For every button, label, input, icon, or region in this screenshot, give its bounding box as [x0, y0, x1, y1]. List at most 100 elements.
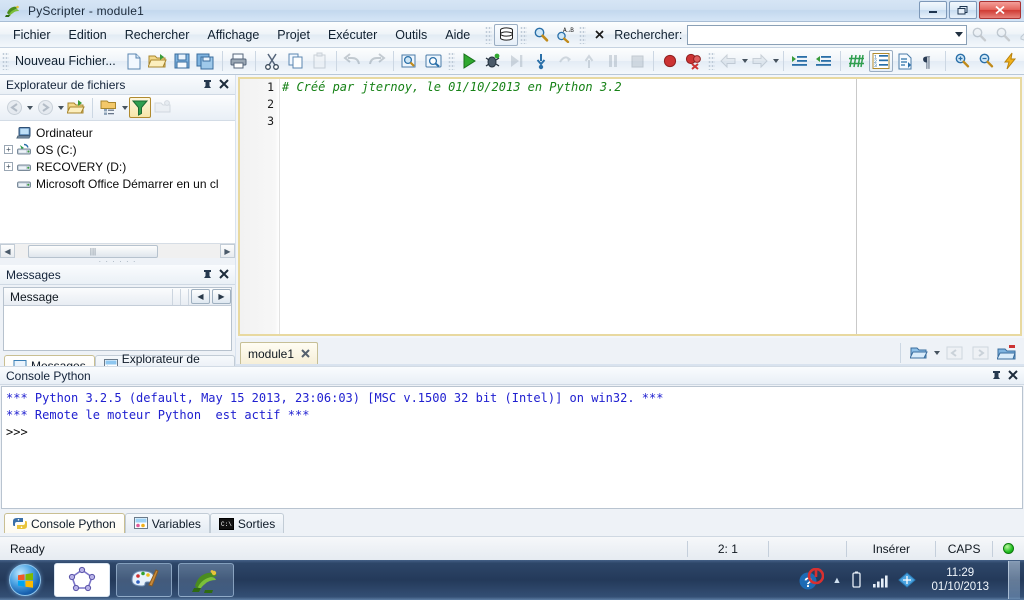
code-explorer-toggle-icon[interactable]: 123	[868, 50, 893, 72]
comment-block-icon[interactable]	[845, 50, 869, 72]
zoom-out-icon[interactable]	[974, 50, 998, 72]
menu-aide[interactable]: Aide	[436, 24, 479, 46]
print-icon[interactable]	[227, 50, 251, 72]
paste-icon[interactable]	[308, 50, 332, 72]
navigate-forward-icon[interactable]	[748, 50, 772, 72]
console-close-button[interactable]	[1008, 370, 1018, 381]
editor-tab-close-icon[interactable]	[301, 349, 310, 358]
console-pin-button[interactable]	[991, 370, 1002, 381]
scroll-left-icon[interactable]: ◀	[0, 244, 15, 258]
close-tab-icon[interactable]	[994, 342, 1018, 364]
tree-item-computer[interactable]: Ordinateur	[4, 124, 235, 141]
new-file-button[interactable]: Nouveau Fichier...	[11, 54, 122, 68]
explorer-open-folder-icon[interactable]	[65, 97, 87, 118]
scroll-thumb[interactable]: |||	[28, 244, 158, 258]
step-out-icon[interactable]	[577, 50, 601, 72]
messages-pin-button[interactable]	[202, 269, 213, 280]
wireless-network-icon[interactable]	[898, 572, 917, 588]
database-icon[interactable]	[494, 23, 519, 46]
explorer-view-mode-icon[interactable]	[98, 97, 120, 118]
messages-next-button[interactable]: ▶	[212, 288, 231, 304]
tree-item-os-c[interactable]: + OS (C:)	[4, 141, 235, 158]
taskbar-item-pyscripter[interactable]	[178, 563, 234, 597]
taskbar-item-geogebra[interactable]	[54, 563, 110, 597]
open-folder-icon[interactable]	[146, 50, 170, 72]
run-icon[interactable]	[457, 50, 481, 72]
toolbar-grip-3[interactable]	[579, 25, 587, 44]
menu-rechercher[interactable]: Rechercher	[116, 24, 199, 46]
step-over-icon[interactable]	[505, 50, 529, 72]
explorer-filter-icon[interactable]	[129, 97, 151, 118]
file-explorer-tree[interactable]: Ordinateur + OS (C:) + RECOVERY (D:) Mic…	[0, 121, 235, 243]
file-explorer-pin-button[interactable]	[202, 79, 213, 90]
file-explorer-hscrollbar[interactable]: ◀ ||| ▶	[0, 243, 235, 258]
explorer-back-icon[interactable]	[3, 97, 25, 118]
console-tab-variables[interactable]: Variables	[124, 513, 210, 533]
zoom-in-icon[interactable]	[950, 50, 974, 72]
forward-dropdown-icon[interactable]	[772, 59, 779, 63]
pause-icon[interactable]	[601, 50, 625, 72]
explorer-back-dropdown-icon[interactable]	[27, 105, 33, 110]
menu-projet[interactable]: Projet	[268, 24, 319, 46]
menu-fichier[interactable]: Fichier	[4, 24, 60, 46]
toolbar-grip-1[interactable]	[485, 25, 493, 44]
open-file-dropdown-icon[interactable]	[907, 342, 931, 364]
tab-previous-icon[interactable]	[942, 342, 966, 364]
run-script-icon[interactable]	[998, 50, 1022, 72]
editor-tab-module1[interactable]: module1	[240, 342, 319, 364]
clear-breakpoints-icon[interactable]	[682, 50, 706, 72]
explorer-view-dropdown-icon[interactable]	[122, 105, 128, 110]
menu-outils[interactable]: Outils	[386, 24, 436, 46]
minimize-button[interactable]	[919, 1, 947, 19]
close-button[interactable]	[979, 1, 1021, 19]
outdent-icon[interactable]	[812, 50, 836, 72]
console-tab-sorties[interactable]: C:\ Sorties	[209, 513, 285, 533]
menu-executer[interactable]: Exécuter	[319, 24, 386, 46]
tab-next-icon[interactable]	[968, 342, 992, 364]
console-output[interactable]: *** Python 3.2.5 (default, May 15 2013, …	[1, 386, 1023, 509]
tree-expander-icon[interactable]: +	[4, 145, 13, 154]
chevron-down-icon[interactable]	[955, 32, 964, 37]
cut-icon[interactable]	[260, 50, 284, 72]
menu-affichage[interactable]: Affichage	[198, 24, 268, 46]
save-all-icon[interactable]	[194, 50, 218, 72]
scroll-right-icon[interactable]: ▶	[220, 244, 235, 258]
action-center-icon[interactable]: ?	[798, 568, 824, 592]
battery-icon[interactable]	[850, 571, 863, 589]
close-find-icon[interactable]	[588, 24, 612, 46]
code-editor[interactable]: 1 2 3 # Créé par jternoy, le 01/10/2013 …	[238, 77, 1022, 336]
explorer-forward-dropdown-icon[interactable]	[58, 105, 64, 110]
highlight-icon[interactable]	[1015, 24, 1024, 46]
tree-expander-icon[interactable]: +	[4, 162, 13, 171]
back-dropdown-icon[interactable]	[741, 59, 748, 63]
console-prompt[interactable]: >>>	[6, 424, 1018, 441]
debug-icon[interactable]	[481, 50, 505, 72]
toolbar-grip-nav[interactable]	[707, 52, 715, 70]
redo-icon[interactable]	[365, 50, 389, 72]
editor-lines[interactable]: # Créé par jternoy, le 01/10/2013 en Pyt…	[282, 79, 1020, 130]
console-tab-python[interactable]: Console Python	[4, 513, 125, 533]
step-return-icon[interactable]	[553, 50, 577, 72]
open-file-dropdown-arrow-icon[interactable]	[934, 351, 940, 355]
taskbar-clock[interactable]: 11:29 01/10/2013	[925, 566, 995, 594]
undo-icon[interactable]	[341, 50, 365, 72]
dock-splitter[interactable]: · · · · · ·	[0, 258, 235, 266]
messages-grid[interactable]: Message ◀ ▶	[3, 287, 232, 351]
maximize-button[interactable]	[949, 1, 977, 19]
explorer-options-icon[interactable]	[152, 97, 174, 118]
tree-item-office[interactable]: Microsoft Office Démarrer en un cl	[4, 175, 235, 192]
show-whitespace-icon[interactable]: ¶	[917, 50, 941, 72]
navigate-back-icon[interactable]	[717, 50, 741, 72]
stop-icon[interactable]	[625, 50, 649, 72]
start-button[interactable]	[2, 562, 48, 598]
tree-item-recovery-d[interactable]: + RECOVERY (D:)	[4, 158, 235, 175]
network-signal-icon[interactable]	[872, 573, 889, 588]
save-icon[interactable]	[170, 50, 194, 72]
show-desktop-button[interactable]	[1008, 561, 1020, 599]
step-into-icon[interactable]	[529, 50, 553, 72]
indent-icon[interactable]	[788, 50, 812, 72]
find-next-icon[interactable]	[967, 24, 991, 46]
toggle-breakpoint-icon[interactable]	[658, 50, 682, 72]
file-format-icon[interactable]	[893, 50, 917, 72]
explorer-forward-icon[interactable]	[34, 97, 56, 118]
